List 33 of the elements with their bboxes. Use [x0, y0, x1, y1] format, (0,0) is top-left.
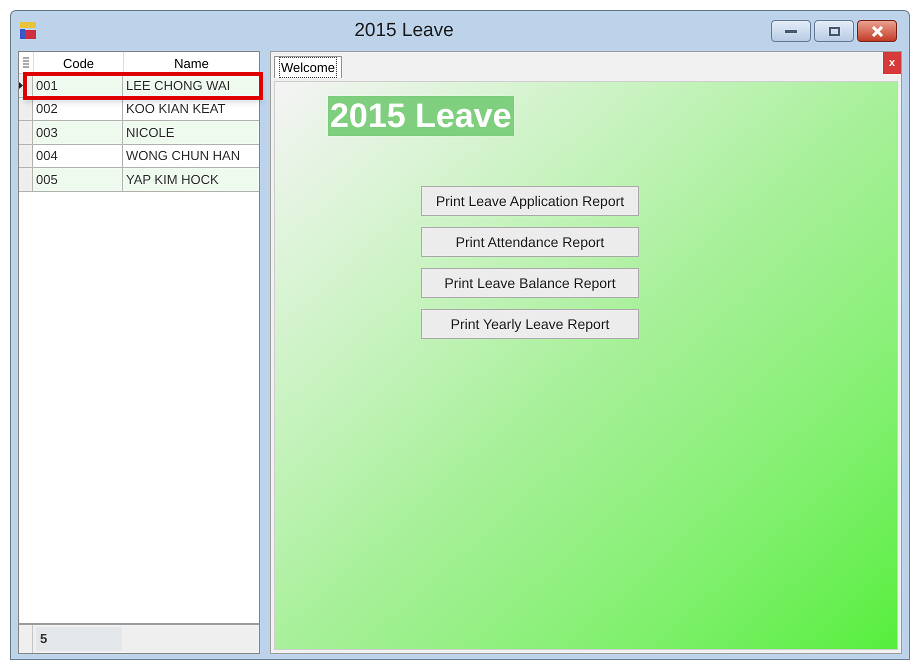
app-icon — [19, 21, 37, 41]
table-cell-text: NICOLE — [125, 124, 176, 142]
column-header[interactable]: Name — [123, 52, 259, 73]
report-button[interactable]: Print Attendance Report — [421, 227, 639, 257]
close-button[interactable] — [857, 20, 897, 42]
record-count: 5 — [36, 627, 122, 651]
report-button[interactable]: Print Yearly Leave Report — [421, 309, 639, 339]
table-cell: 001 — [33, 74, 123, 96]
table-cell-text: YAP KIM HOCK — [125, 170, 220, 188]
table-cell-text: KOO KIAN KEAT — [125, 100, 226, 118]
window-title: 2015 Leave — [353, 18, 455, 43]
report-button[interactable]: Print Leave Application Report — [421, 186, 639, 216]
table-cell: 002 — [33, 98, 123, 120]
list-icon — [23, 57, 29, 68]
table-cell-text: LEE CHONG WAI — [125, 76, 232, 94]
grid-row[interactable]: 003 NICOLE — [19, 121, 259, 144]
minimize-icon — [785, 28, 797, 34]
column-header[interactable]: Code — [33, 52, 123, 73]
tab[interactable]: Welcome — [274, 56, 342, 78]
report-button[interactable]: Print Leave Balance Report — [421, 268, 639, 298]
welcome-heading: 2015 Leave — [328, 96, 514, 136]
minimize-button[interactable] — [771, 20, 811, 42]
maximize-button[interactable] — [814, 20, 854, 42]
close-icon — [870, 26, 884, 36]
grid-row[interactable]: 004 WONG CHUN HAN — [19, 144, 259, 168]
maximize-icon — [828, 26, 840, 36]
table-cell: 004 — [33, 144, 123, 167]
grid-row[interactable]: 005 YAP KIM HOCK — [19, 168, 259, 192]
table-cell: 003 — [33, 121, 123, 144]
table-cell-text: WONG CHUN HAN — [125, 147, 242, 165]
close-tab-button[interactable]: x — [883, 52, 901, 74]
table-cell: 005 — [33, 168, 123, 190]
row-pointer-icon — [19, 82, 23, 89]
